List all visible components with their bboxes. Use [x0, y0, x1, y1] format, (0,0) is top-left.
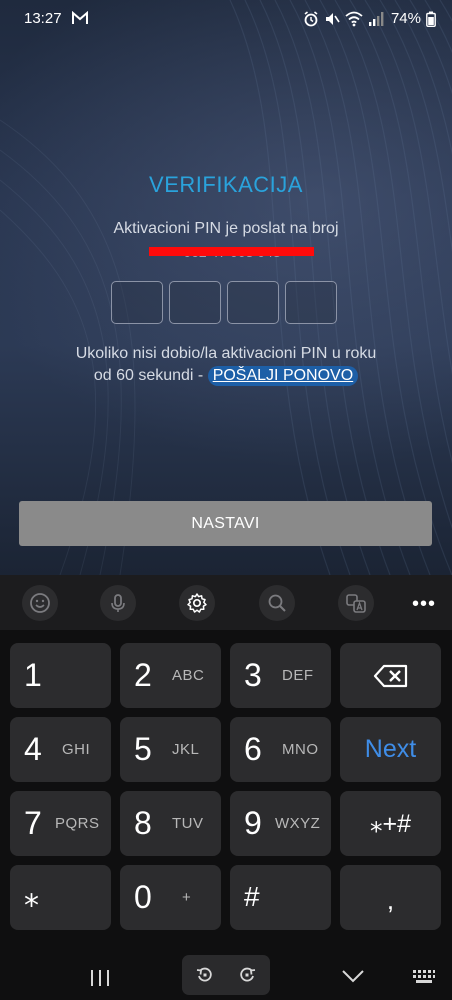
more-options-icon[interactable]: ••• [412, 593, 436, 616]
microphone-icon[interactable] [100, 585, 136, 621]
key-8[interactable]: 8 TUV [120, 791, 221, 856]
resend-text-prefix: od 60 sekundi - [93, 367, 204, 384]
resend-info: Ukoliko nisi dobio/la aktivacioni PIN u … [0, 343, 452, 387]
resend-pin-link[interactable]: POŠALJI PONOVO [207, 366, 359, 386]
next-key-label: Next [364, 735, 417, 763]
backspace-icon [373, 664, 407, 687]
next-key[interactable]: Next [340, 717, 441, 782]
search-icon[interactable] [259, 585, 295, 621]
key-1-digit: 1 [24, 657, 42, 693]
key-0-letters: + [182, 889, 192, 906]
continue-button[interactable]: NASTAVI [19, 501, 432, 546]
pin-input-group [111, 281, 337, 324]
translate-icon[interactable] [338, 585, 374, 621]
key-5-letters: JKL [172, 741, 200, 758]
key-6-digit: 6 [244, 731, 262, 767]
key-3[interactable]: 3 DEF [230, 643, 331, 708]
pin-digit-input-2[interactable] [169, 281, 221, 324]
star-key-label: ⁎ [24, 880, 39, 913]
pin-sent-text: Aktivacioni PIN je poslat na broj [113, 220, 339, 237]
hash-key-label: # [244, 881, 260, 912]
backspace-key[interactable] [340, 643, 441, 708]
rotation-toggle-pill [182, 955, 270, 995]
keyboard-icon[interactable] [412, 968, 436, 986]
key-1[interactable]: 1 [10, 643, 111, 708]
status-bar: 13:27 74% [0, 0, 452, 36]
key-9-letters: WXYZ [275, 815, 321, 832]
battery-percent: 74% [390, 10, 421, 27]
status-time: 13:27 [24, 10, 62, 27]
page-title: VERIFIKACIJA [149, 172, 303, 197]
star-key[interactable]: ⁎ [10, 865, 111, 930]
key-4[interactable]: 4 GHI [10, 717, 111, 782]
comma-key-label: , [386, 885, 395, 915]
key-6[interactable]: 6 MNO [230, 717, 331, 782]
comma-key[interactable]: , [340, 865, 441, 930]
redaction-bar [149, 247, 314, 256]
key-0-digit: 0 [134, 879, 152, 915]
key-7[interactable]: 7 PQRS [10, 791, 111, 856]
hide-keyboard-icon[interactable] [341, 968, 365, 984]
key-7-digit: 7 [24, 805, 42, 841]
key-5-digit: 5 [134, 731, 152, 767]
settings-icon[interactable] [179, 585, 215, 621]
gmail-icon [72, 11, 88, 24]
alarm-icon [304, 10, 318, 26]
mute-icon [325, 12, 340, 25]
key-3-digit: 3 [244, 657, 262, 693]
rotate-right-icon[interactable] [238, 966, 256, 984]
key-2-digit: 2 [134, 657, 152, 693]
pin-digit-input-4[interactable] [285, 281, 337, 324]
emoji-icon[interactable] [22, 585, 58, 621]
keyboard-toolbar: ••• [0, 575, 452, 630]
key-0[interactable]: 0 + [120, 865, 221, 930]
key-7-letters: PQRS [55, 815, 100, 832]
pin-digit-input-3[interactable] [227, 281, 279, 324]
key-5[interactable]: 5 JKL [120, 717, 221, 782]
recents-icon[interactable] [88, 968, 112, 988]
key-4-letters: GHI [62, 741, 91, 758]
status-icons: 74% [303, 10, 436, 27]
resend-text-line-2: od 60 sekundi - POŠALJI PONOVO [0, 365, 452, 387]
key-6-letters: MNO [282, 741, 319, 758]
battery-icon [426, 11, 436, 27]
navigation-bar [0, 950, 452, 1000]
wifi-icon [345, 11, 363, 26]
key-9[interactable]: 9 WXYZ [230, 791, 331, 856]
key-2-letters: ABC [172, 667, 205, 684]
numeric-keyboard: ••• 1 2 ABC 3 DEF 4 GHI 5 JKL 6 MNO Next [0, 575, 452, 1000]
key-2[interactable]: 2 ABC [120, 643, 221, 708]
key-8-digit: 8 [134, 805, 152, 841]
key-9-digit: 9 [244, 805, 262, 841]
signal-icon [368, 11, 384, 26]
key-4-digit: 4 [24, 731, 42, 767]
symbols-key-label: ⁎+# [369, 809, 411, 838]
pin-digit-input-1[interactable] [111, 281, 163, 324]
hash-key[interactable]: # [230, 865, 331, 930]
resend-text-line-1: Ukoliko nisi dobio/la aktivacioni PIN u … [75, 345, 377, 362]
key-3-letters: DEF [282, 667, 314, 684]
rotate-left-icon[interactable] [196, 966, 214, 984]
symbols-key[interactable]: ⁎+# [340, 791, 441, 856]
key-8-letters: TUV [172, 815, 204, 832]
app-screen: 13:27 74% VERIFIKACIJA Aktivacioni PIN j… [0, 0, 452, 575]
